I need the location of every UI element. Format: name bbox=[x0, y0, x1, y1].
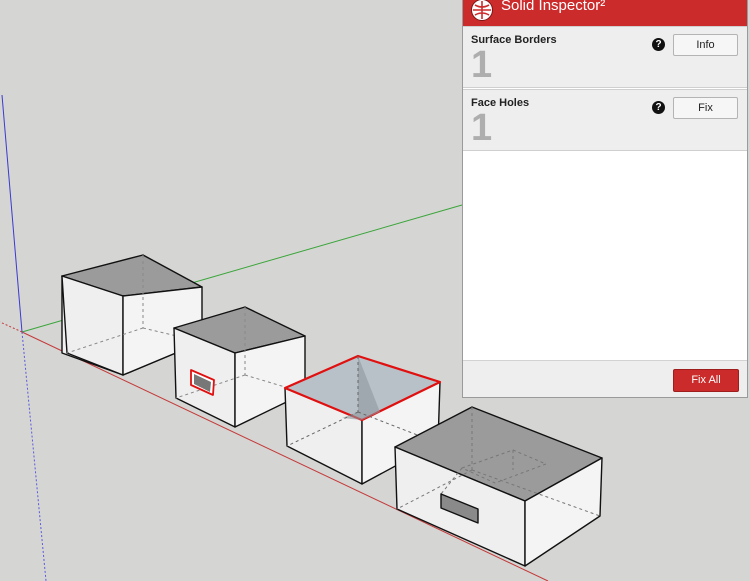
fix-all-button[interactable]: Fix All bbox=[673, 369, 739, 392]
panel-header: Solid Inspector² bbox=[463, 0, 747, 26]
solid-inspector-logo-icon bbox=[471, 0, 493, 21]
panel-title: Solid Inspector² bbox=[501, 0, 606, 14]
help-icon[interactable]: ? bbox=[652, 101, 665, 114]
fix-button[interactable]: Fix bbox=[673, 97, 738, 119]
panel-footer: Fix All bbox=[463, 360, 747, 397]
issue-count: 1 bbox=[471, 107, 493, 149]
issue-count: 1 bbox=[471, 44, 493, 86]
z-axis-dotted bbox=[21, 331, 47, 581]
x-axis-dotted bbox=[0, 321, 23, 333]
z-axis-blue bbox=[1, 94, 23, 333]
help-icon[interactable]: ? bbox=[652, 38, 665, 51]
issue-face-holes: Face Holes 1 ? Fix bbox=[463, 89, 747, 151]
info-button[interactable]: Info bbox=[673, 34, 738, 56]
issue-surface-borders: Surface Borders 1 ? Info bbox=[463, 26, 747, 88]
box-4[interactable] bbox=[394, 406, 603, 567]
solid-inspector-panel: Solid Inspector² Surface Borders 1 ? Inf… bbox=[462, 0, 748, 398]
